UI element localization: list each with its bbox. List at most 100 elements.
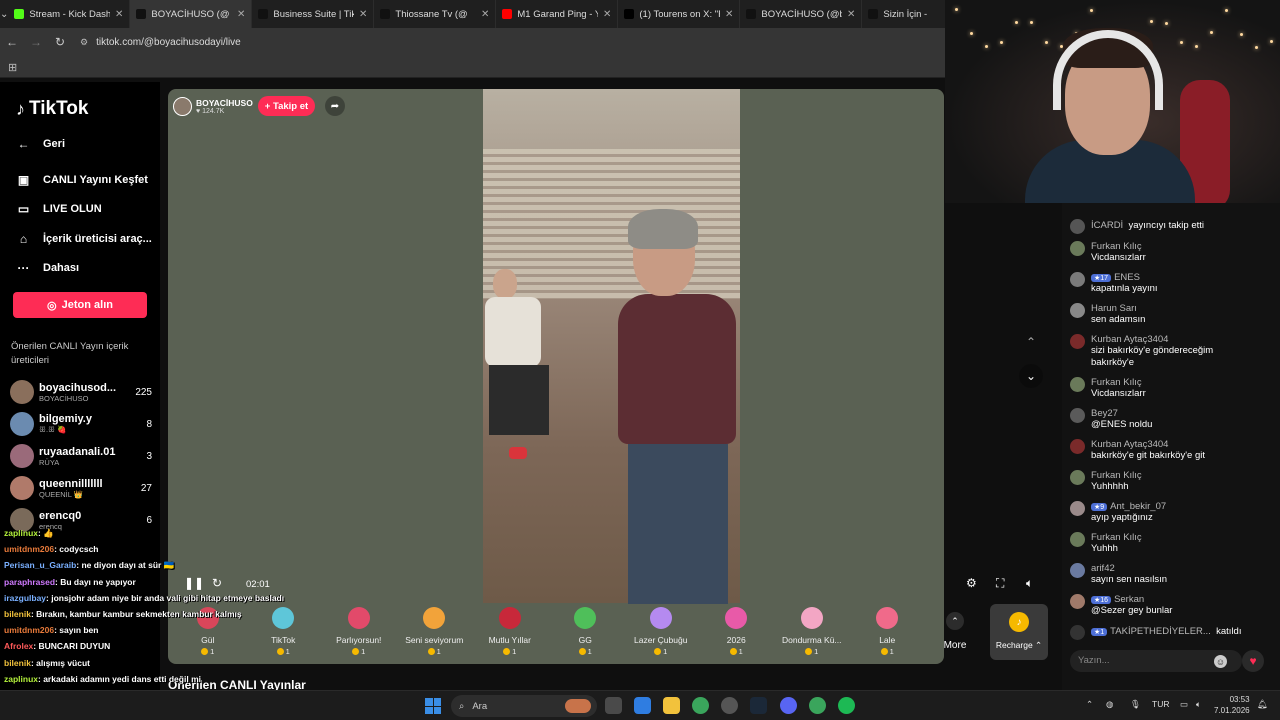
- obs-icon[interactable]: [721, 697, 738, 714]
- browser-tab[interactable]: BOYACİHUSO (@ ✕: [130, 0, 253, 28]
- chat-username[interactable]: Kurban Aytaç3404: [1091, 439, 1168, 450]
- chat-username[interactable]: Bey27: [1091, 408, 1118, 419]
- network-tray-icon[interactable]: ◍: [1106, 699, 1113, 710]
- gift-item[interactable]: Seni seviyorum 1: [397, 604, 473, 656]
- close-tab-icon[interactable]: ✕: [603, 9, 611, 20]
- close-tab-icon[interactable]: ✕: [481, 9, 489, 20]
- speaker-tray-icon[interactable]: 🔈︎: [1196, 699, 1201, 710]
- browser-tab[interactable]: Business Suite | TikTo ✕: [252, 0, 375, 28]
- recharge-button[interactable]: ♪ Recharge ⌃: [990, 604, 1048, 660]
- gift-item[interactable]: Mutlu Yıllar 1: [472, 604, 548, 656]
- go-live-link[interactable]: ▭ LIVE OLUN: [16, 202, 102, 216]
- chat-username[interactable]: ENES: [1114, 272, 1140, 283]
- close-tab-icon[interactable]: ✕: [115, 9, 123, 20]
- fullscreen-icon[interactable]: ⛶: [996, 576, 1004, 591]
- close-tab-icon[interactable]: ✕: [725, 9, 733, 20]
- gift-item[interactable]: GG 1: [548, 604, 624, 656]
- spotify-icon[interactable]: [838, 697, 855, 714]
- gift-item[interactable]: 2026 1: [699, 604, 775, 656]
- share-icon[interactable]: ➦: [325, 96, 345, 116]
- suggested-creator[interactable]: ruyaadanali.01 RÜYA 3: [10, 442, 152, 470]
- suggested-creator[interactable]: boyacihusod... BOYACİHUSO 225: [10, 378, 152, 406]
- browser-tab[interactable]: M1 Garand Ping - Yo ✕: [496, 0, 619, 28]
- discord-icon[interactable]: [780, 697, 797, 714]
- chat-username[interactable]: Kurban Aytaç3404: [1091, 334, 1168, 345]
- mic-tray-icon[interactable]: 🎙︎: [1130, 699, 1141, 710]
- close-tab-icon[interactable]: ✕: [847, 9, 855, 20]
- chat-username[interactable]: Furkan Kılıç: [1091, 377, 1142, 388]
- gift-item[interactable]: TikTok 1: [246, 604, 322, 656]
- browser-tab[interactable]: Thiossane Tv (@ ✕: [374, 0, 497, 28]
- gift-item[interactable]: Dondurma Kü... 1: [774, 604, 850, 656]
- gift-item[interactable]: Parlıyorsun! 1: [321, 604, 397, 656]
- apps-grid-icon[interactable]: ⊞: [8, 61, 17, 74]
- host-avatar[interactable]: [173, 96, 192, 116]
- browser-tab[interactable]: Stream - Kick Dashb ✕: [8, 0, 131, 28]
- settings-gear-icon[interactable]: ⚙: [966, 576, 977, 590]
- creator-tools-link[interactable]: ⌂ İçerik üreticisi araç...: [16, 232, 152, 246]
- more-gifts-button[interactable]: ⌃ More: [940, 604, 970, 651]
- chat-avatar[interactable]: [1070, 563, 1085, 578]
- chat-username[interactable]: arif42: [1091, 563, 1115, 574]
- url-field[interactable]: ⚙ tiktok.com/@boyacihusodayi/live: [80, 31, 241, 53]
- emoji-icon[interactable]: ☺: [1214, 655, 1227, 668]
- chat-username[interactable]: TAKİPETHEDİYELER...: [1110, 626, 1211, 637]
- chat-avatar[interactable]: [1070, 532, 1085, 547]
- gift-item[interactable]: Lazer Çubuğu 1: [623, 604, 699, 656]
- chat-avatar[interactable]: [1070, 334, 1085, 349]
- browser-tab[interactable]: BOYACİHUSO (@boy ✕: [740, 0, 863, 28]
- follow-button[interactable]: + Takip et: [258, 96, 315, 116]
- live-video[interactable]: [483, 89, 740, 604]
- steam-icon[interactable]: [750, 697, 767, 714]
- chat-avatar[interactable]: [1070, 219, 1085, 234]
- chrome-icon[interactable]: [692, 697, 709, 714]
- tab-search-icon[interactable]: ⌄: [0, 0, 8, 28]
- refresh-icon[interactable]: ↻: [212, 576, 222, 590]
- chat-username[interactable]: İCARDİ: [1091, 220, 1123, 231]
- gift-item[interactable]: Lale 1: [850, 604, 926, 656]
- notification-icon[interactable]: 🔔︎: [1257, 699, 1268, 710]
- chat-username[interactable]: Furkan Kılıç: [1091, 470, 1142, 481]
- chevron-up-icon[interactable]: ⌃: [1019, 330, 1043, 354]
- chat-avatar[interactable]: [1070, 470, 1085, 485]
- chat-username[interactable]: Serkan: [1114, 594, 1144, 605]
- language-indicator[interactable]: TUR: [1152, 699, 1169, 709]
- reload-icon[interactable]: ↻: [48, 35, 72, 49]
- pause-icon[interactable]: ❚❚: [184, 576, 204, 590]
- chat-avatar[interactable]: [1070, 272, 1085, 287]
- close-tab-icon[interactable]: ✕: [237, 9, 245, 20]
- suggested-creator[interactable]: bilgemiy.y ꕥ.ꕥ 🍓 8: [10, 410, 152, 438]
- chat-avatar[interactable]: [1070, 408, 1085, 423]
- chat-avatar[interactable]: [1070, 594, 1085, 609]
- chat-username[interactable]: Harun Sarı: [1091, 303, 1137, 314]
- windows-start-icon[interactable]: [425, 698, 441, 714]
- chat-username[interactable]: Furkan Kılıç: [1091, 532, 1142, 543]
- chat-avatar[interactable]: [1070, 241, 1085, 256]
- explore-live-link[interactable]: ▣ CANLI Yayını Keşfet: [16, 173, 148, 187]
- chevron-down-icon[interactable]: ⌄: [1019, 364, 1043, 388]
- system-clock[interactable]: 03:53 7.01.2026: [1214, 694, 1250, 716]
- taskbar-search[interactable]: ⌕ Ara: [451, 695, 597, 717]
- store-icon[interactable]: [634, 697, 651, 714]
- volume-icon[interactable]: 🔈︎: [1026, 576, 1033, 591]
- back-arrow-icon[interactable]: ←: [0, 35, 24, 49]
- chat-avatar[interactable]: [1070, 303, 1085, 318]
- site-info-icon[interactable]: ⚙: [80, 37, 88, 48]
- heart-icon[interactable]: ♥: [1242, 650, 1264, 672]
- chat-avatar[interactable]: [1070, 377, 1085, 392]
- file-explorer-icon[interactable]: [663, 697, 680, 714]
- chat-avatar[interactable]: [1070, 501, 1085, 516]
- chrome-alt-icon[interactable]: [809, 697, 826, 714]
- chat-username[interactable]: Furkan Kılıç: [1091, 241, 1142, 252]
- chat-avatar[interactable]: [1070, 439, 1085, 454]
- suggested-creator[interactable]: queennilllllll QUEENİL 👑 27: [10, 474, 152, 502]
- chat-username[interactable]: Ant_bekir_07: [1110, 501, 1166, 512]
- tiktok-logo[interactable]: ♪ TikTok: [16, 98, 88, 120]
- chat-avatar[interactable]: [1070, 625, 1085, 640]
- more-link[interactable]: ··· Dahası: [16, 261, 80, 275]
- forward-arrow-icon[interactable]: →: [24, 35, 48, 49]
- tray-chevron-icon[interactable]: ⌃: [1086, 699, 1093, 710]
- get-coins-button[interactable]: ◎ Jeton alın: [13, 292, 147, 318]
- close-tab-icon[interactable]: ✕: [359, 9, 367, 20]
- host-info[interactable]: BOYACİHUSO ♥ 124.7K: [173, 95, 253, 117]
